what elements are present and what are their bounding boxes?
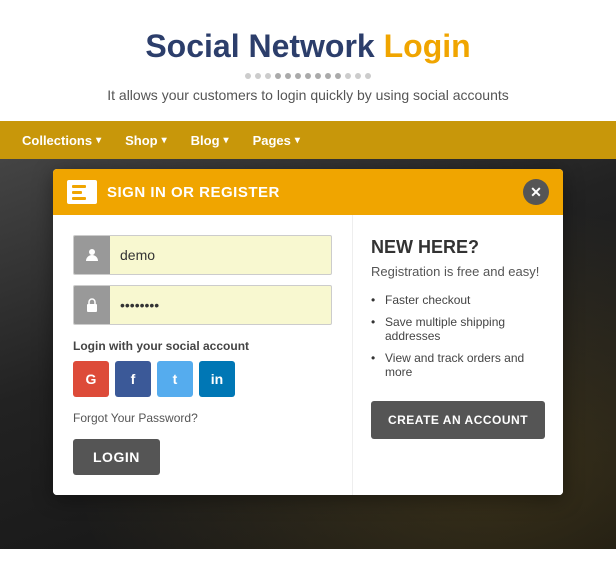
nav-arrow-pages: ▾	[295, 135, 300, 146]
modal-header-left: SIGN IN OR REGISTER	[67, 180, 280, 204]
nav-item-pages[interactable]: Pages ▾	[241, 121, 312, 159]
username-input-group	[73, 235, 332, 275]
nav-arrow-collections: ▾	[96, 135, 101, 146]
linkedin-login-button[interactable]: in	[199, 361, 235, 397]
benefit-item-1: Faster checkout	[371, 293, 545, 307]
nav-item-shop[interactable]: Shop ▾	[113, 121, 179, 159]
modal-title: SIGN IN OR REGISTER	[107, 184, 280, 201]
modal-icon	[67, 180, 97, 204]
user-icon	[74, 236, 110, 274]
modal-body: Login with your social account G f t in …	[53, 215, 563, 495]
nav-item-collections[interactable]: Collections ▾	[10, 121, 113, 159]
benefits-list: Faster checkout Save multiple shipping a…	[371, 293, 545, 379]
navbar: Collections ▾ Shop ▾ Blog ▾ Pages ▾	[0, 121, 616, 159]
new-here-subtitle: Registration is free and easy!	[371, 264, 545, 279]
modal-left-panel: Login with your social account G f t in …	[53, 215, 353, 495]
forgot-password-link[interactable]: Forgot Your Password?	[73, 411, 332, 425]
social-buttons: G f t in	[73, 361, 332, 397]
header-subtitle: It allows your customers to login quickl…	[20, 87, 596, 103]
nav-arrow-blog: ▾	[224, 135, 229, 146]
nav-arrow-shop: ▾	[162, 135, 167, 146]
social-label: Login with your social account	[73, 339, 332, 353]
modal-right-panel: NEW HERE? Registration is free and easy!…	[353, 215, 563, 495]
modal-close-button[interactable]: ✕	[523, 179, 549, 205]
lock-icon	[74, 286, 110, 324]
facebook-login-button[interactable]: f	[115, 361, 151, 397]
create-account-button[interactable]: CREATE AN ACCOUNT	[371, 401, 545, 439]
twitter-login-button[interactable]: t	[157, 361, 193, 397]
nav-item-blog[interactable]: Blog ▾	[179, 121, 241, 159]
login-button[interactable]: LOGIN	[73, 439, 160, 475]
username-input[interactable]	[110, 239, 331, 271]
google-login-button[interactable]: G	[73, 361, 109, 397]
header-section: Social Network Login It allows your cust…	[0, 0, 616, 121]
decorative-dots	[20, 73, 596, 79]
benefit-item-3: View and track orders and more	[371, 351, 545, 379]
modal-header: SIGN IN OR REGISTER ✕	[53, 169, 563, 215]
new-here-title: NEW HERE?	[371, 237, 545, 258]
background-area: SIGN IN OR REGISTER ✕	[0, 159, 616, 549]
benefit-item-2: Save multiple shipping addresses	[371, 315, 545, 343]
password-input[interactable]	[110, 289, 331, 321]
page-title: Social Network Login	[20, 28, 596, 65]
password-input-group	[73, 285, 332, 325]
login-modal: SIGN IN OR REGISTER ✕	[53, 169, 563, 495]
